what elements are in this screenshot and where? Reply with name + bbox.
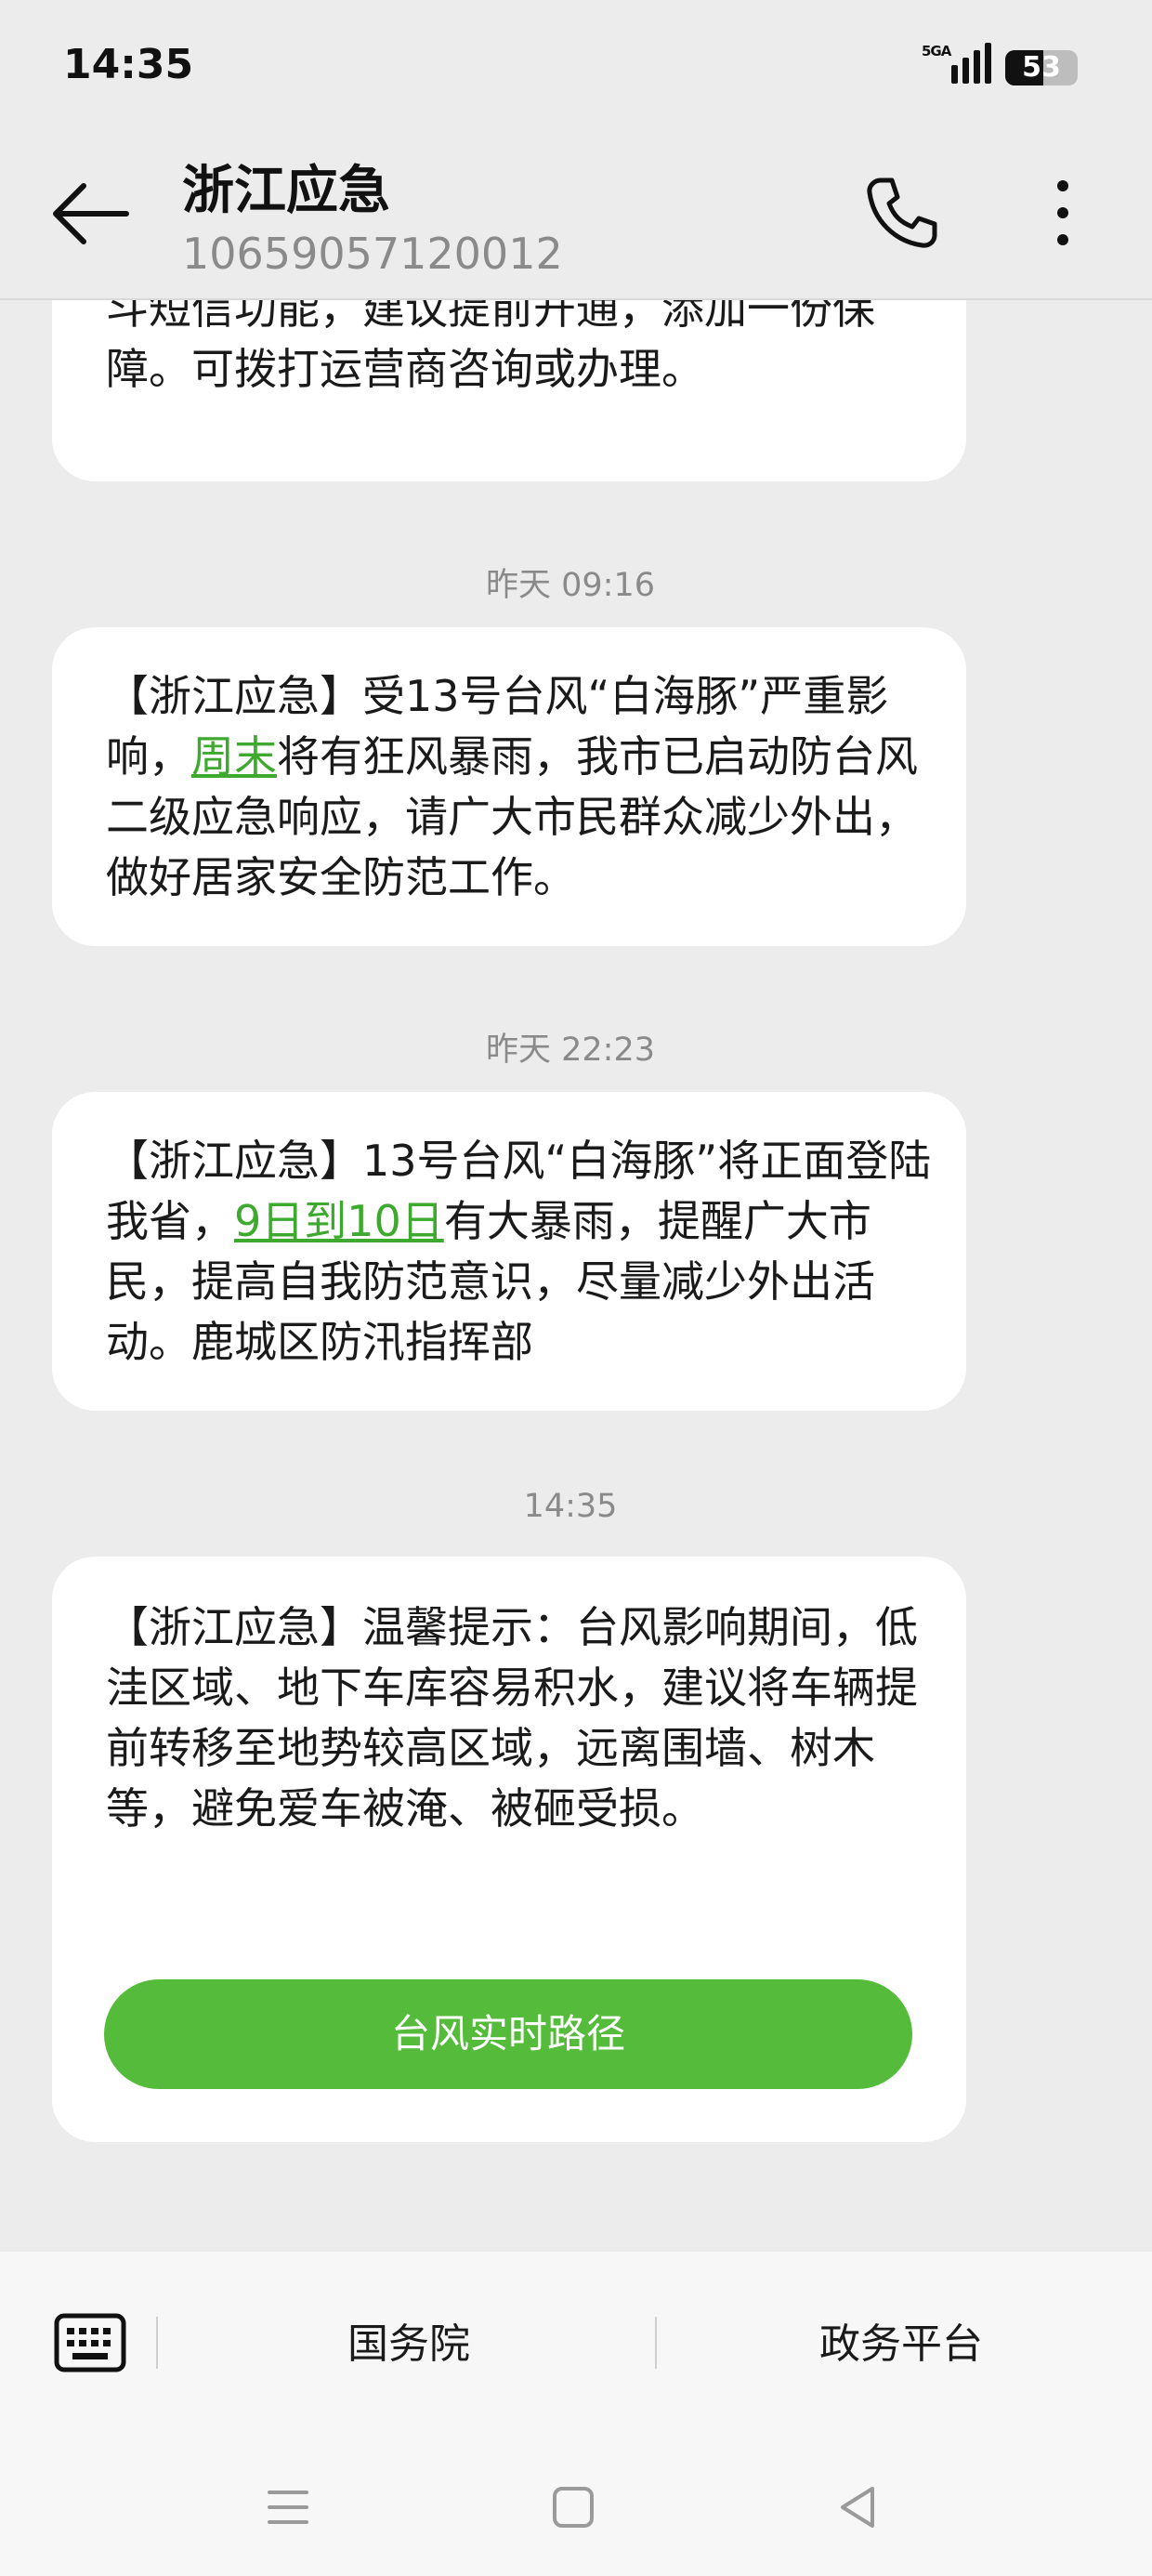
keyboard-icon[interactable] (54, 2313, 126, 2372)
message-segment: 省，易造成通信中断。芯手机如具备发送北斗短信功能，建议提前开通，添加一份保障。可… (106, 300, 875, 394)
menu-divider (655, 2317, 657, 2369)
more-vertical-icon[interactable] (1042, 173, 1083, 253)
menu-item-gov-platform[interactable]: 政务平台 (669, 2315, 1133, 2374)
message-text: 【浙江应急】13号台风“白海豚”将正面登陆我省，9日到10日有大暴雨，提醒广大市… (106, 1131, 933, 1373)
message-timestamp: 昨天 22:23 (486, 1032, 655, 1069)
conversation-header (0, 139, 1152, 299)
contact-title: 浙江应急 (182, 161, 390, 221)
message-bubble[interactable]: 【浙江应急】受13号台风“白海豚”严重影响，周末将有狂风暴雨，我市已启动防台风二… (52, 627, 966, 946)
message-bubble[interactable]: 省，易造成通信中断。芯手机如具备发送北斗短信功能，建议提前开通，添加一份保障。可… (52, 300, 966, 481)
message-link[interactable]: 9日到10日 (234, 1196, 444, 1246)
back-arrow-icon[interactable] (46, 177, 136, 251)
phone-icon[interactable] (864, 175, 938, 251)
bottom-menu-bar: 国务院 政务平台 (0, 2252, 1152, 2576)
typhoon-route-button[interactable]: 台风实时路径 (104, 1979, 912, 2089)
message-timestamp: 14:35 (523, 1488, 618, 1525)
battery-icon: 53 (1005, 50, 1078, 85)
status-bar: 14:35 5GA 53 (0, 0, 1152, 139)
message-segment: 【浙江应急】温馨提示：台风影响期间，低洼区域、地下车库容易积水，建议将车辆提前转… (106, 1602, 918, 1833)
message-link[interactable]: 周末 (191, 731, 277, 782)
signal-icon (951, 43, 991, 84)
status-time: 14:35 (63, 41, 194, 88)
message-text: 【浙江应急】受13号台风“白海豚”严重影响，周末将有狂风暴雨，我市已启动防台风二… (106, 666, 933, 908)
battery-percent: 53 (1022, 51, 1061, 84)
back-triangle-icon[interactable] (830, 2479, 885, 2535)
home-square-icon[interactable] (545, 2479, 601, 2535)
contact-number: 10659057120012 (182, 229, 563, 279)
menu-divider (156, 2317, 158, 2369)
message-text: 省，易造成通信中断。芯手机如具备发送北斗短信功能，建议提前开通，添加一份保障。可… (106, 300, 933, 400)
message-list[interactable]: 省，易造成通信中断。芯手机如具备发送北斗短信功能，建议提前开通，添加一份保障。可… (0, 300, 1152, 2252)
message-text: 【浙江应急】温馨提示：台风影响期间，低洼区域、地下车库容易积水，建议将车辆提前转… (106, 1597, 933, 1839)
message-bubble[interactable]: 【浙江应急】温馨提示：台风影响期间，低洼区域、地下车库容易积水，建议将车辆提前转… (52, 1557, 966, 2142)
message-bubble[interactable]: 【浙江应急】13号台风“白海豚”将正面登陆我省，9日到10日有大暴雨，提醒广大市… (52, 1092, 966, 1411)
menu-item-state-council[interactable]: 国务院 (177, 2315, 641, 2374)
menu-icon[interactable] (260, 2479, 316, 2535)
message-timestamp: 昨天 09:16 (486, 567, 655, 604)
